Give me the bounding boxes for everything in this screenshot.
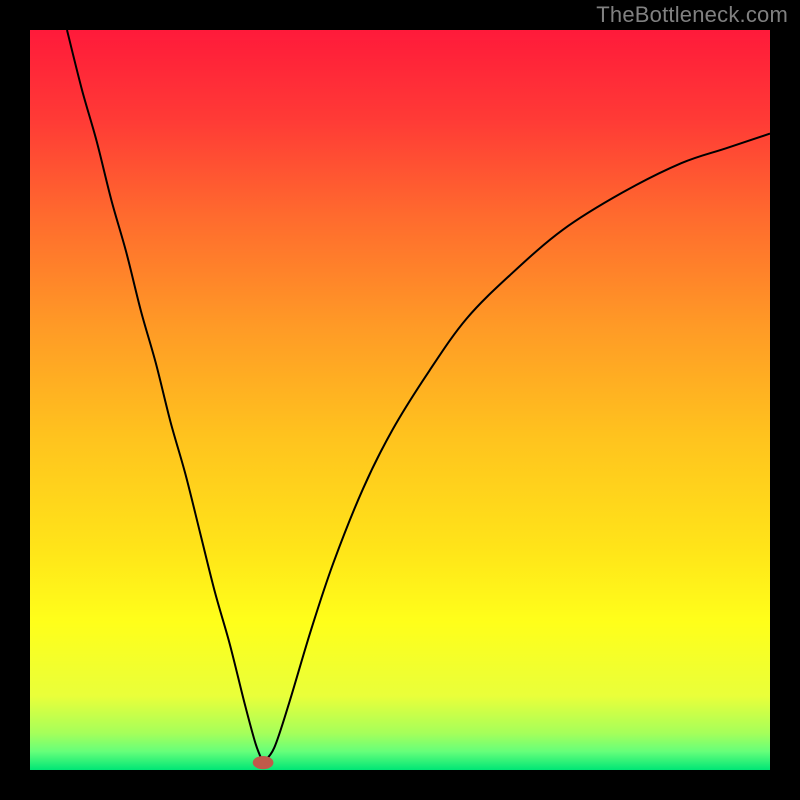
chart-frame: TheBottleneck.com bbox=[0, 0, 800, 800]
bottleneck-chart bbox=[30, 30, 770, 770]
plot-background bbox=[30, 30, 770, 770]
bottleneck-marker bbox=[253, 756, 274, 769]
watermark-text: TheBottleneck.com bbox=[596, 2, 788, 28]
